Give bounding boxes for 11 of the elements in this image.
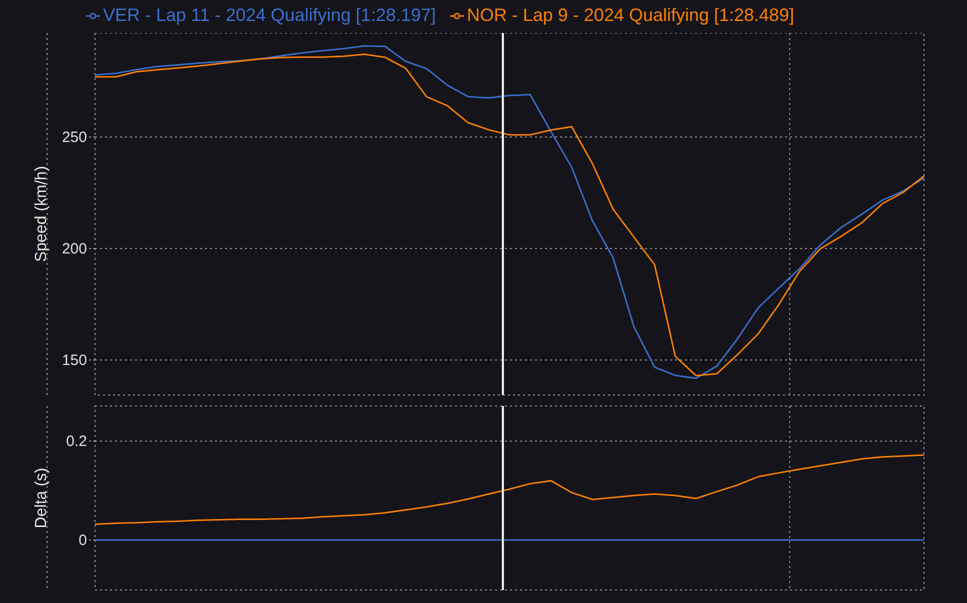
axis-tick-label: 0 [78,532,87,550]
axis-tick-label: 200 [62,240,87,258]
axis-tick-label: 150 [62,352,87,369]
axis-tick-label: 250 [62,128,87,146]
cursor-line[interactable] [502,406,504,590]
legend-label[interactable]: VER - Lap 11 - 2024 Qualifying [1:28.197] [103,5,436,26]
axis-title: Speed (km/h) [33,166,50,262]
axis-title: Delta (s) [33,468,50,528]
axis-tick-label: 0.2 [66,433,87,450]
legend-label[interactable]: NOR - Lap 9 - 2024 Qualifying [1:28.489] [466,5,794,26]
cursor-line[interactable] [502,33,504,395]
